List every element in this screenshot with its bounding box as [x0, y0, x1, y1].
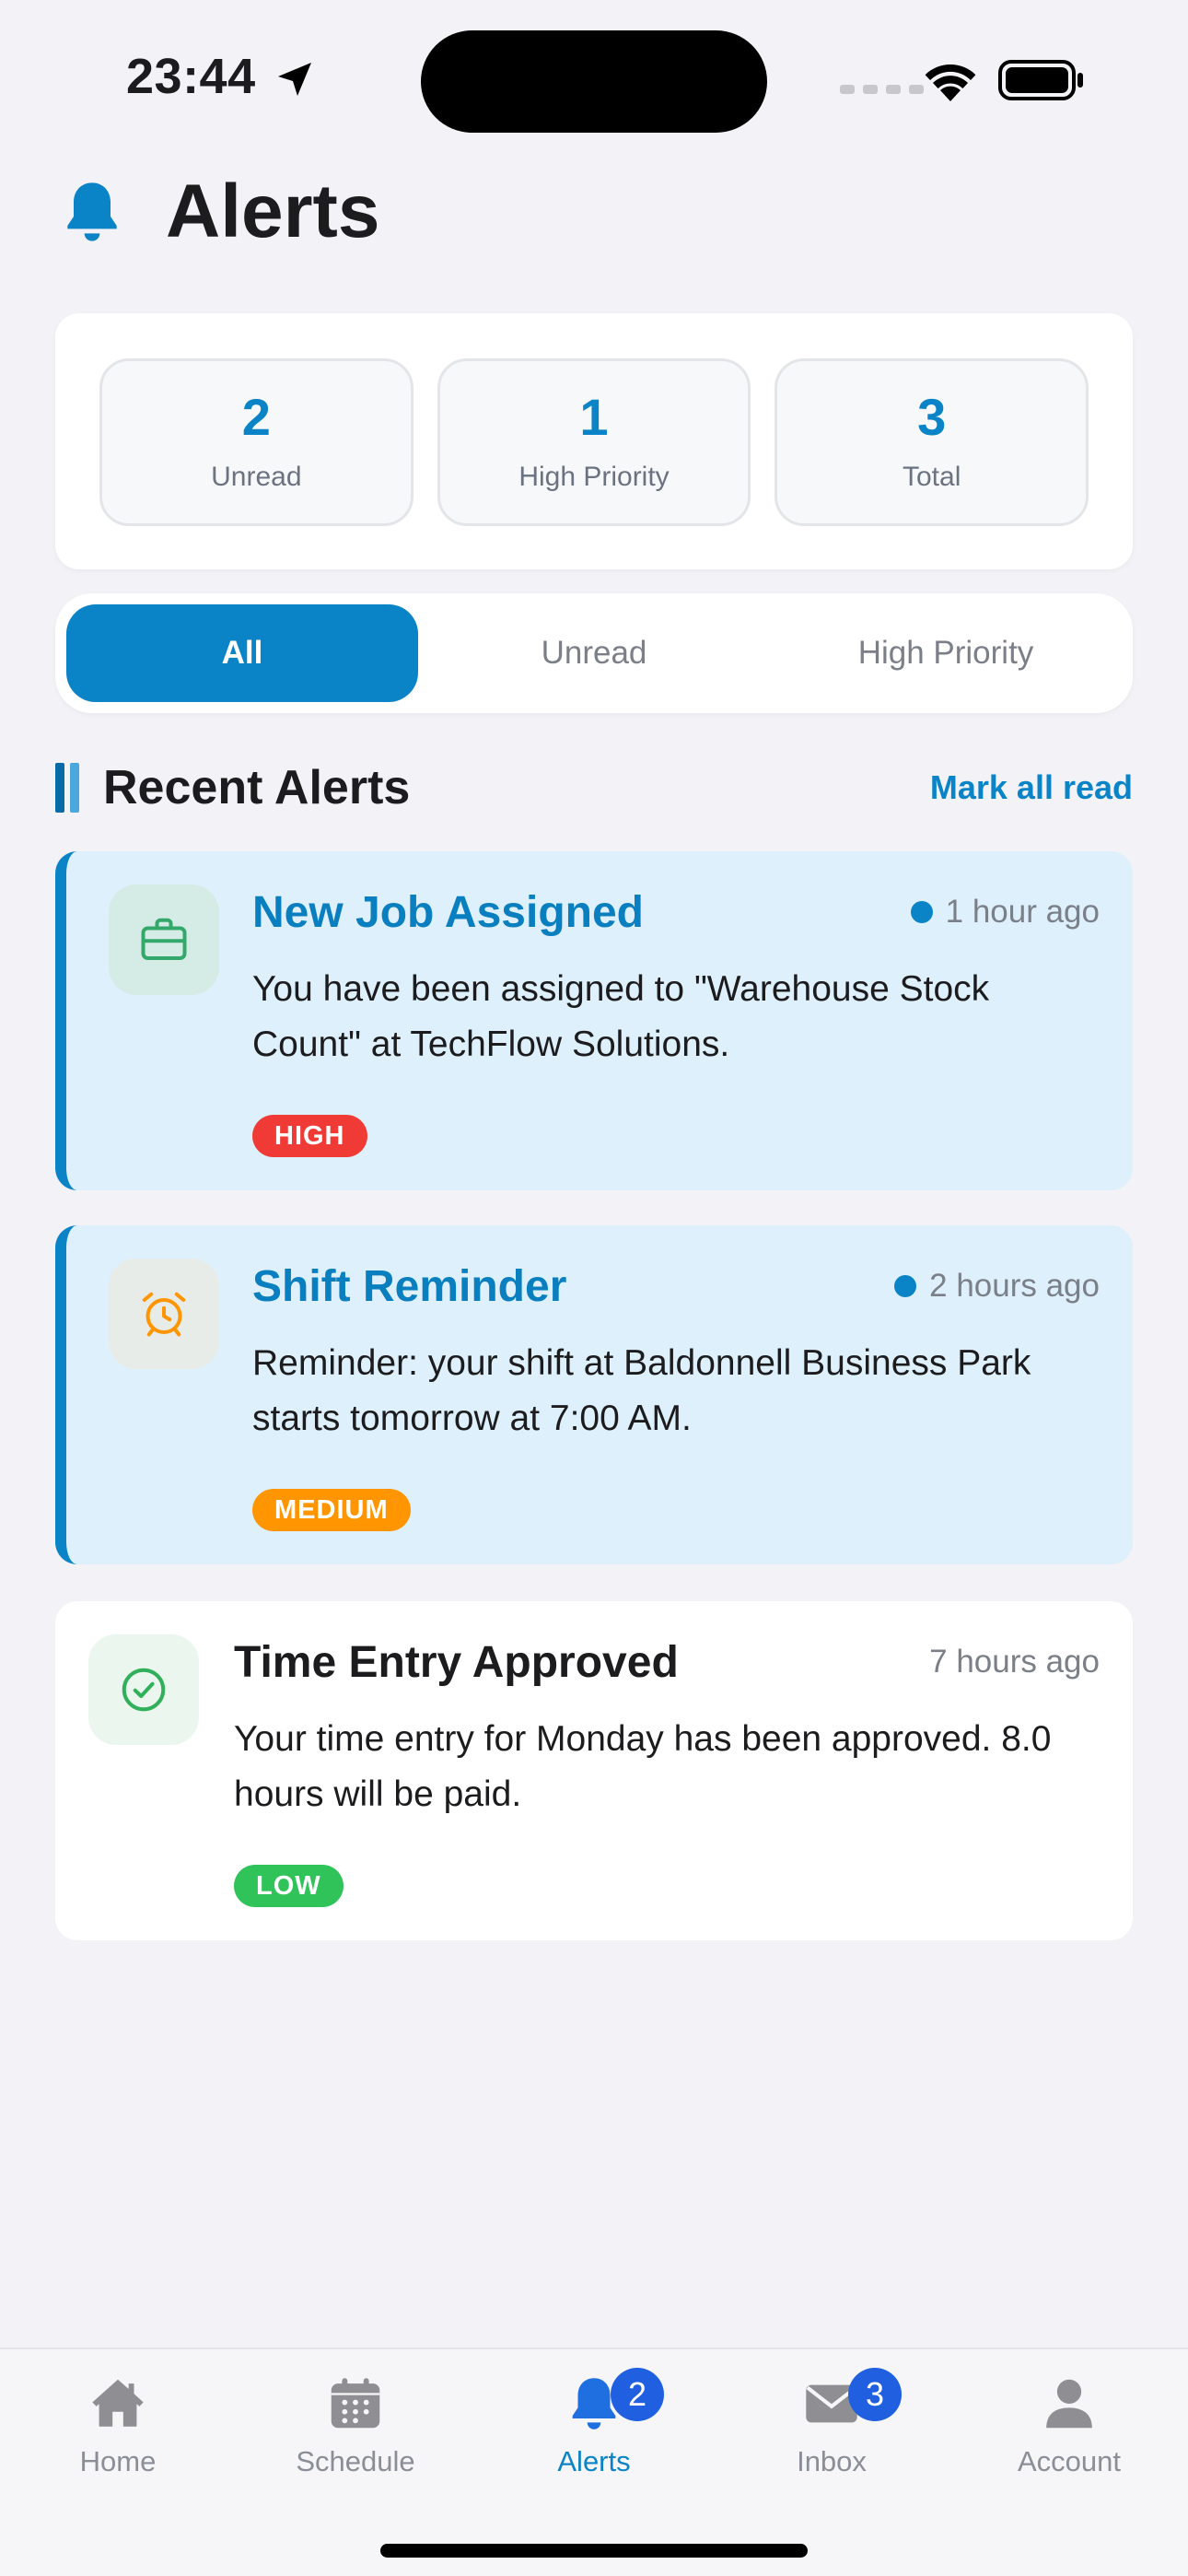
- stat-high-priority: 1 High Priority: [437, 358, 751, 526]
- tab-label: Schedule: [296, 2445, 415, 2477]
- tab-home[interactable]: Home: [26, 2371, 210, 2478]
- battery-icon: [998, 60, 1083, 100]
- priority-badge-medium: MEDIUM: [252, 1489, 411, 1531]
- alert-content: Time Entry Approved 7 hours ago Your tim…: [234, 1634, 1100, 1907]
- tab-account[interactable]: Account: [977, 2371, 1161, 2478]
- stat-label: High Priority: [518, 462, 670, 492]
- tab-inbox[interactable]: 3 Inbox: [740, 2368, 924, 2478]
- alert-title: Time Entry Approved: [234, 1637, 679, 1687]
- tab-bar: Home Schedule 2 Alerts 3 Inbox Account: [0, 2348, 1188, 2576]
- wifi-icon: [925, 64, 976, 101]
- alert-message: Your time entry for Monday has been appr…: [234, 1719, 1052, 1814]
- house-icon: [92, 2379, 144, 2427]
- alert-content: Shift Reminder 2 hours ago Reminder: you…: [252, 1259, 1100, 1531]
- tab-label: Account: [1017, 2445, 1121, 2477]
- home-indicator[interactable]: [380, 2544, 808, 2558]
- cellular-signal-icon: [840, 85, 924, 94]
- status-bar: 23:44: [0, 0, 1188, 157]
- alert-icon-container: [109, 1259, 219, 1369]
- filter-tab-high-priority[interactable]: High Priority: [770, 604, 1122, 702]
- alert-card[interactable]: New Job Assigned 1 hour ago You have bee…: [55, 851, 1133, 1190]
- inbox-count-badge: 3: [848, 2368, 902, 2421]
- unread-dot: [910, 901, 933, 923]
- briefcase-icon: [141, 918, 187, 960]
- section-accent-bar: [55, 763, 79, 813]
- stat-label: Unread: [211, 462, 302, 492]
- page-header: Alerts: [55, 166, 379, 258]
- alert-content: New Job Assigned 1 hour ago You have bee…: [252, 884, 1100, 1157]
- alert-time: 2 hours ago: [929, 1268, 1100, 1304]
- stat-unread: 2 Unread: [99, 358, 413, 526]
- stat-value: 3: [917, 388, 947, 446]
- alert-time: 7 hours ago: [929, 1644, 1100, 1680]
- alert-icon-container: [109, 884, 219, 995]
- person-icon: [1046, 2379, 1092, 2429]
- alert-card[interactable]: Shift Reminder 2 hours ago Reminder: you…: [55, 1225, 1133, 1564]
- alerts-screen: 23:44 Alerts 2 Unread 1 High Priority 3 …: [0, 0, 1188, 2576]
- alarm-clock-icon: [142, 1292, 186, 1337]
- tab-schedule[interactable]: Schedule: [263, 2371, 448, 2478]
- alert-title: New Job Assigned: [252, 887, 644, 937]
- tab-label: Alerts: [557, 2445, 631, 2477]
- bell-icon: [67, 182, 117, 241]
- mark-all-read-button[interactable]: Mark all read: [930, 768, 1133, 807]
- alerts-count-badge: 2: [611, 2368, 664, 2421]
- tab-label: Home: [79, 2445, 157, 2477]
- status-time: 23:44: [126, 49, 256, 104]
- filter-tab-unread[interactable]: Unread: [418, 604, 770, 702]
- stat-value: 1: [579, 388, 609, 446]
- location-arrow-icon: [278, 63, 311, 96]
- alert-time: 1 hour ago: [945, 894, 1100, 930]
- filter-tab-all[interactable]: All: [66, 604, 418, 702]
- unread-dot: [894, 1275, 917, 1297]
- section-title: Recent Alerts: [103, 761, 411, 814]
- stat-value: 2: [241, 388, 271, 446]
- stat-label: Total: [902, 462, 961, 492]
- alert-message: Reminder: your shift at Baldonnell Busin…: [252, 1343, 1031, 1438]
- tab-alerts[interactable]: 2 Alerts: [502, 2368, 686, 2478]
- section-header: Recent Alerts Mark all read: [55, 755, 1133, 820]
- alert-card[interactable]: Time Entry Approved 7 hours ago Your tim…: [55, 1601, 1133, 1940]
- priority-badge-low: LOW: [234, 1865, 344, 1907]
- stats-card: 2 Unread 1 High Priority 3 Total: [55, 313, 1133, 569]
- alert-title: Shift Reminder: [252, 1261, 567, 1311]
- priority-badge-high: HIGH: [252, 1115, 367, 1157]
- filter-segmented-control: All Unread High Priority: [55, 593, 1133, 713]
- alert-message: You have been assigned to "Warehouse Sto…: [252, 969, 990, 1064]
- stat-total: 3 Total: [775, 358, 1089, 526]
- dynamic-island: [421, 30, 767, 133]
- check-circle-icon: [122, 1668, 166, 1712]
- alert-icon-container: [88, 1634, 199, 1745]
- page-title: Alerts: [166, 170, 380, 253]
- tab-label: Inbox: [797, 2445, 867, 2477]
- calendar-icon: [331, 2378, 380, 2429]
